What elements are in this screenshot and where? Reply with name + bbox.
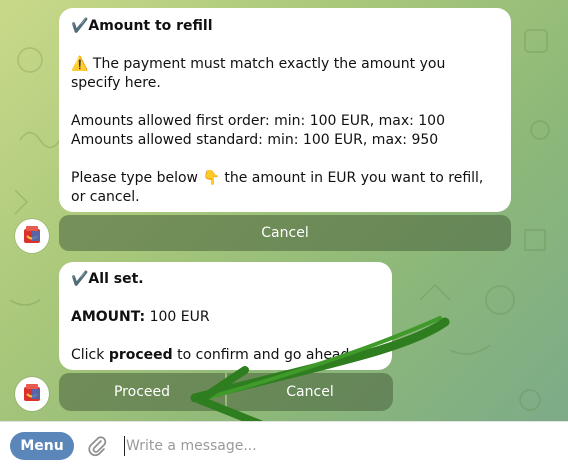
allowed-first-order: Amounts allowed first order: min: 100 EU… [71,113,445,129]
message-bubble-amount-to-refill: ✔️Amount to refill ⚠️ The payment must m… [59,8,511,212]
warning-paragraph: ⚠️ The payment must match exactly the am… [71,55,499,93]
paperclip-icon[interactable] [86,435,108,457]
amount-value: 100 EUR [145,309,210,325]
bot-avatar-icon[interactable] [15,377,49,411]
message-composer: Menu [0,421,568,470]
text-caret [124,436,125,456]
bot-avatar-icon[interactable] [15,219,49,253]
menu-button[interactable]: Menu [10,432,74,460]
confirm-keyword: proceed [108,347,173,363]
amount-line: AMOUNT: 100 EUR [71,308,380,327]
allowed-standard: Amounts allowed standard: min: 100 EUR, … [71,132,439,148]
message-input[interactable] [126,432,546,460]
cancel-button-2[interactable]: Cancel [227,373,393,411]
confirm-line: Click proceed to confirm and go ahead. [71,346,380,365]
pointing-down-icon: 👇 [202,170,220,186]
cancel-button[interactable]: Cancel [59,215,511,251]
confirm-text-after: to confirm and go ahead. [172,347,354,363]
prompt-paragraph: Please type below 👇 the amount in EUR yo… [71,169,499,207]
amount-label: AMOUNT: [71,309,146,325]
message-bubble-all-set: ✔️All set. AMOUNT: 100 EUR Click proceed… [59,262,392,370]
message-title: ✔️All set. [71,271,144,287]
warning-text: The payment must match exactly the amoun… [71,56,446,91]
warning-icon: ⚠️ [71,56,89,72]
prompt-text-before: Please type below [71,170,203,186]
message-title: ✔️Amount to refill [71,18,213,34]
confirm-text-before: Click [71,347,109,363]
proceed-button[interactable]: Proceed [59,373,225,411]
